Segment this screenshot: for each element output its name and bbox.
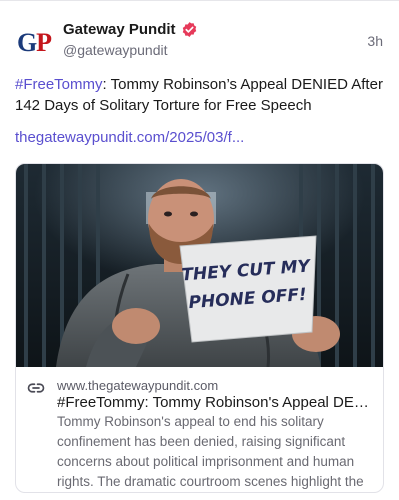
link-preview-card[interactable]: THEY CUT MY PHONE OFF! www.thegatewaypun… bbox=[15, 163, 384, 493]
post-text: #FreeTommy: Tommy Robinson’s Appeal DENI… bbox=[15, 74, 387, 116]
gateway-pundit-logo: GP bbox=[16, 28, 52, 57]
card-description: Tommy Robinson's appeal to end his solit… bbox=[57, 414, 364, 489]
verified-badge-icon bbox=[182, 22, 196, 37]
author-name-row: Gateway Pundit bbox=[63, 21, 198, 38]
card-title[interactable]: #FreeTommy: Tommy Robinson's Appeal DENI… bbox=[57, 394, 375, 411]
post[interactable]: GP Gateway Pundit @gatewaypundit 3h #Fre… bbox=[0, 0, 399, 500]
card-body: www.thegatewaypundit.com #FreeTommy: Tom… bbox=[16, 367, 383, 492]
post-timestamp[interactable]: 3h bbox=[367, 33, 383, 49]
avatar[interactable]: GP bbox=[14, 23, 54, 63]
link-icon bbox=[27, 383, 45, 393]
hashtag-link[interactable]: #FreeTommy bbox=[15, 76, 103, 93]
card-domain: www.thegatewaypundit.com bbox=[57, 378, 219, 393]
card-preview-image: THEY CUT MY PHONE OFF! bbox=[16, 164, 383, 367]
author-display-name[interactable]: Gateway Pundit bbox=[63, 21, 176, 38]
author-handle[interactable]: @gatewaypundit bbox=[63, 42, 168, 58]
post-link[interactable]: thegatewaypundit.com/2025/03/f... bbox=[15, 129, 244, 146]
